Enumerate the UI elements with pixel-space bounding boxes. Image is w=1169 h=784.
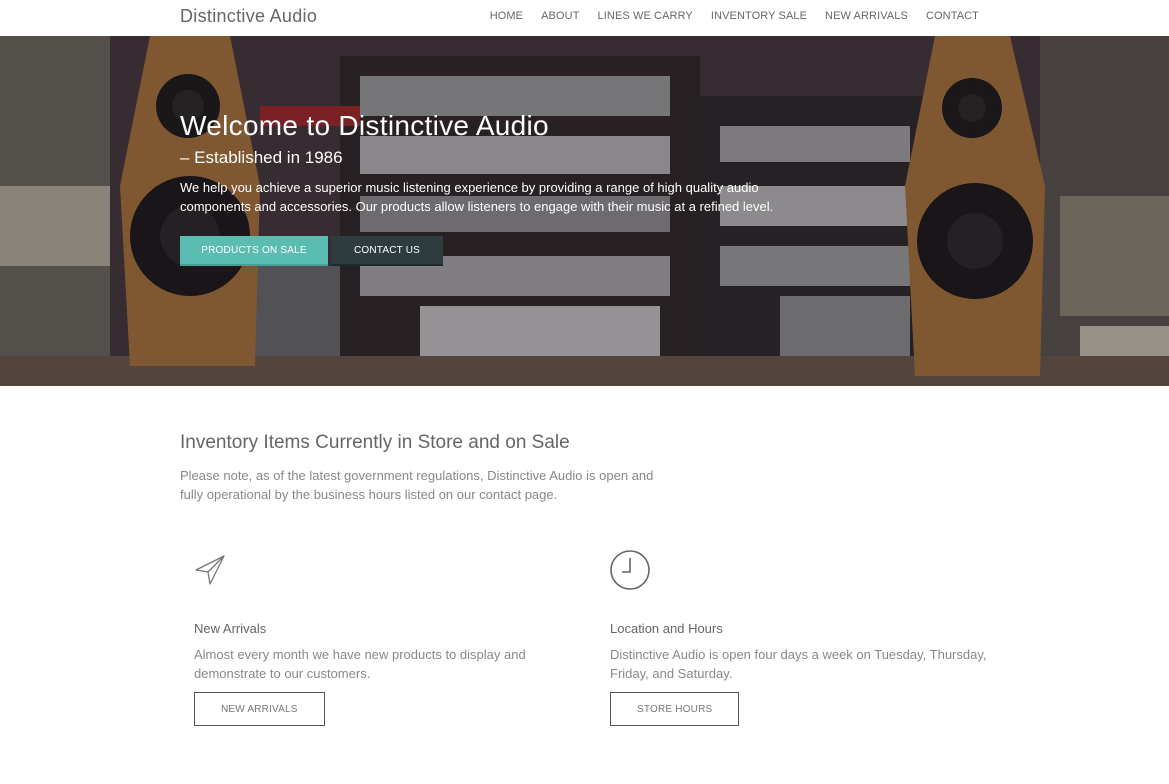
inventory-note: Please note, as of the latest government… xyxy=(180,468,654,502)
hero-title: Welcome to Distinctive Audio xyxy=(180,110,549,141)
hero-description: We help you achieve a superior music lis… xyxy=(180,180,774,214)
hero-banner: Welcome to Distinctive Audio – Establish… xyxy=(0,36,1169,386)
site-header: Distinctive Audio HOME ABOUT LINES WE CA… xyxy=(0,0,1169,36)
nav-about[interactable]: ABOUT xyxy=(541,10,579,22)
clock-icon xyxy=(610,550,650,590)
contact-us-button[interactable]: CONTACT US xyxy=(331,236,443,266)
location-hours-text: Distinctive Audio is open four days a we… xyxy=(610,647,987,681)
new-arrivals-text: Almost every month we have new products … xyxy=(194,647,526,681)
nav-inventory-sale[interactable]: INVENTORY SALE xyxy=(711,10,807,22)
site-logo[interactable]: Distinctive Audio xyxy=(180,6,317,27)
nav-lines-we-carry[interactable]: LINES WE CARRY xyxy=(598,10,693,22)
nav-contact[interactable]: CONTACT xyxy=(926,10,979,22)
new-arrivals-title: New Arrivals xyxy=(194,621,267,636)
products-on-sale-button[interactable]: PRODUCTS ON SALE xyxy=(180,236,328,266)
inventory-title: Inventory Items Currently in Store and o… xyxy=(180,432,570,453)
hero-subtitle: – Established in 1986 xyxy=(180,148,343,167)
nav-new-arrivals[interactable]: NEW ARRIVALS xyxy=(825,10,908,22)
paper-plane-icon xyxy=(195,555,225,585)
nav-home[interactable]: HOME xyxy=(490,10,523,22)
location-hours-title: Location and Hours xyxy=(610,621,723,636)
main-nav: HOME ABOUT LINES WE CARRY INVENTORY SALE… xyxy=(490,10,979,22)
store-hours-button[interactable]: STORE HOURS xyxy=(610,692,740,726)
new-arrivals-button[interactable]: NEW ARRIVALS xyxy=(194,692,325,726)
hero-buttons: PRODUCTS ON SALE CONTACT US xyxy=(180,236,443,266)
